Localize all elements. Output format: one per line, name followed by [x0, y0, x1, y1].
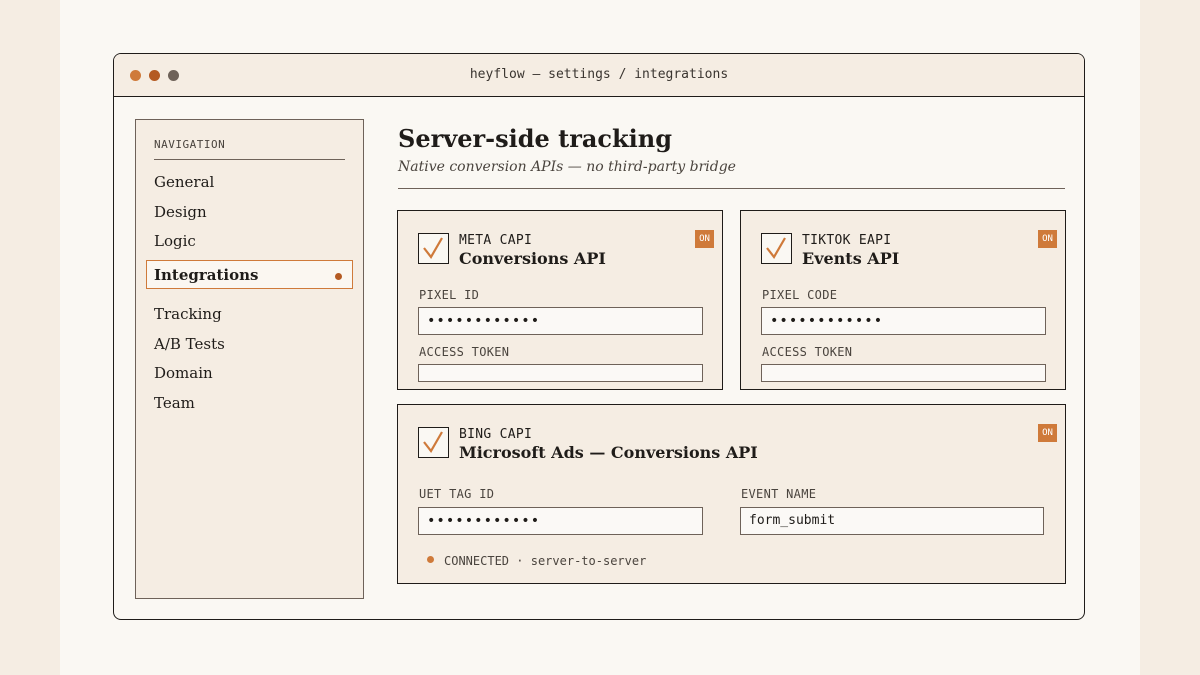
status-label: CONNECTED [444, 554, 510, 568]
sidebar-item-tracking[interactable]: Tracking [154, 305, 222, 323]
meta-capi-checkbox[interactable] [418, 233, 449, 264]
status-badge: ON [1038, 230, 1057, 248]
bing-capi-card: BING CAPI Microsoft Ads — Conversions AP… [397, 404, 1066, 584]
nav-divider [154, 159, 345, 160]
card-kicker: META CAPI [459, 233, 533, 248]
sidebar-item-general[interactable]: General [154, 173, 214, 191]
page-subtitle: Native conversion APIs — no third-party … [398, 159, 736, 175]
checkmark-icon [766, 237, 786, 259]
page-title: Server-side tracking [398, 124, 672, 153]
sidebar-item-design[interactable]: Design [154, 203, 207, 221]
pixel-id-input[interactable]: •••••••••••• [418, 307, 703, 335]
uet-tag-id-label: UET TAG ID [419, 487, 495, 501]
status-detail: server-to-server [530, 554, 647, 568]
card-kicker: BING CAPI [459, 427, 533, 442]
sidebar-item-integrations[interactable]: Integrations [146, 260, 353, 289]
active-indicator-icon [335, 273, 342, 280]
card-title: Events API [802, 249, 900, 268]
card-kicker: TIKTOK EAPI [802, 233, 892, 248]
event-name-label: EVENT NAME [741, 487, 817, 501]
sidebar-item-label: Integrations [154, 266, 259, 284]
event-name-input[interactable]: form_submit [740, 507, 1044, 535]
checkmark-icon [423, 431, 443, 453]
tiktok-eapi-checkbox[interactable] [761, 233, 792, 264]
sidebar: NAVIGATION General Design Logic Integrat… [135, 119, 364, 599]
status-badge: ON [1038, 424, 1057, 442]
meta-capi-card: META CAPI Conversions API ON PIXEL ID ••… [397, 210, 723, 390]
app-window: heyflow — settings / integrations NAVIGA… [113, 53, 1085, 620]
connected-status-icon [427, 556, 434, 563]
bing-capi-checkbox[interactable] [418, 427, 449, 458]
tiktok-eapi-card: TIKTOK EAPI Events API ON PIXEL CODE •••… [740, 210, 1066, 390]
checkmark-icon [423, 237, 443, 259]
sidebar-item-domain[interactable]: Domain [154, 364, 213, 382]
pixel-id-label: PIXEL ID [419, 288, 480, 302]
pixel-code-input[interactable]: •••••••••••• [761, 307, 1046, 335]
status-badge: ON [695, 230, 714, 248]
access-token-label: ACCESS TOKEN [762, 345, 853, 359]
pixel-code-label: PIXEL CODE [762, 288, 838, 302]
access-token-input[interactable] [761, 364, 1046, 382]
card-title: Microsoft Ads — Conversions API [459, 443, 758, 462]
card-title: Conversions API [459, 249, 606, 268]
nav-heading: NAVIGATION [154, 138, 226, 151]
access-token-label: ACCESS TOKEN [419, 345, 510, 359]
connection-status: CONNECTED · server-to-server [444, 554, 647, 568]
uet-tag-id-input[interactable]: •••••••••••• [418, 507, 703, 535]
sidebar-item-ab-tests[interactable]: A/B Tests [154, 335, 225, 353]
window-titlebar: heyflow — settings / integrations [114, 54, 1084, 97]
header-divider [398, 188, 1065, 189]
access-token-input[interactable] [418, 364, 703, 382]
sidebar-item-team[interactable]: Team [154, 394, 195, 412]
window-title: heyflow — settings / integrations [469, 67, 729, 82]
sidebar-item-logic[interactable]: Logic [154, 232, 196, 250]
